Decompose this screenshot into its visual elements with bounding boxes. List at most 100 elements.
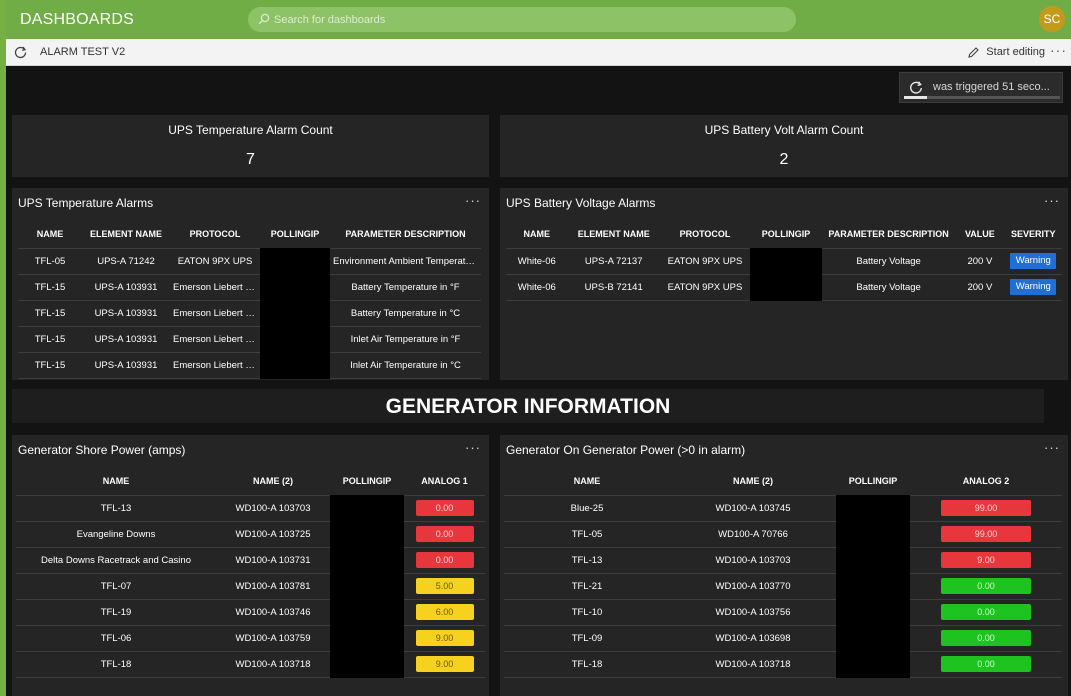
table-row[interactable]: TFL-15 UPS-A 103931 Emerson Liebert G... Ba… — [18, 299, 481, 326]
cell-name: TFL-06 — [16, 624, 216, 651]
table-row[interactable]: TFL-07 WD100-A 103781 5.00 — [16, 572, 485, 599]
redacted-cell — [750, 273, 822, 301]
column-header-name[interactable]: NAME — [504, 467, 670, 495]
top-bar: DASHBOARDS SC — [6, 0, 1071, 39]
cell-element-name: UPS-A 103931 — [82, 351, 170, 379]
table-row[interactable]: TFL-18 WD100-A 103718 9.00 — [16, 650, 485, 678]
table-row[interactable]: TFL-06 WD100-A 103759 9.00 — [16, 624, 485, 651]
more-options-icon[interactable]: ··· — [1050, 42, 1067, 58]
cell-name: TFL-13 — [16, 494, 216, 521]
cell-name: TFL-05 — [18, 247, 82, 274]
value-indicator: 9.00 — [941, 552, 1031, 568]
cell-name-2: WD100-A 103698 — [670, 624, 836, 651]
cell-element-name: UPS-A 71242 — [82, 247, 170, 274]
ups-temperature-alarms-tile: UPS Temperature Alarms ··· NAME ELEMENT N… — [12, 188, 489, 380]
redacted-cell — [750, 247, 822, 274]
table-row[interactable]: TFL-13 WD100-A 103703 9.00 — [504, 546, 1062, 573]
value-indicator: 0.00 — [941, 604, 1031, 620]
column-header-parameter-description[interactable]: PARAMETER DESCRIPTION — [822, 220, 955, 248]
cell-name: TFL-15 — [18, 273, 82, 300]
kpi-ups-temp-count[interactable]: UPS Temperature Alarm Count 7 — [12, 115, 489, 177]
table-row[interactable]: TFL-13 WD100-A 103703 0.00 — [16, 494, 485, 521]
cell-protocol: Emerson Liebert G... — [170, 351, 260, 379]
cell-value: 200 V — [955, 273, 1005, 301]
column-header-pollingip[interactable]: POLLINGIP — [330, 467, 404, 495]
table-row[interactable]: TFL-15 UPS-A 103931 Emerson Liebert G... In… — [18, 351, 481, 379]
table-row[interactable]: Blue-25 WD100-A 103745 99.00 — [504, 494, 1062, 521]
table-row[interactable]: TFL-09 WD100-A 103698 0.00 — [504, 624, 1062, 651]
refresh-icon[interactable] — [14, 46, 27, 59]
table-row[interactable]: Delta Downs Racetrack and Casino WD100-A … — [16, 546, 485, 573]
more-options-icon[interactable]: ··· — [465, 440, 481, 455]
notification-text: was triggered 51 seco... — [933, 81, 1050, 93]
kpi-title: UPS Temperature Alarm Count — [168, 123, 333, 137]
more-options-icon[interactable]: ··· — [1044, 440, 1060, 455]
cell-analog-2: 0.00 — [910, 624, 1062, 651]
kpi-value: 2 — [779, 151, 789, 168]
search-input[interactable] — [274, 10, 774, 29]
start-editing-button[interactable]: Start editing — [967, 44, 1045, 60]
cell-parameter-description: Battery Temperature in °F — [330, 273, 481, 300]
redacted-cell — [330, 624, 404, 651]
table-row[interactable]: TFL-15 UPS-A 103931 Emerson Liebert G... In… — [18, 325, 481, 352]
column-header-protocol[interactable]: PROTOCOL — [170, 220, 260, 248]
table-row[interactable]: TFL-05 UPS-A 71242 EATON 9PX UPS Environmen… — [18, 247, 481, 274]
column-header-name[interactable]: NAME — [18, 220, 82, 248]
cell-analog-1: 0.00 — [404, 546, 485, 573]
cell-analog-2: 0.00 — [910, 598, 1062, 625]
column-header-element-name[interactable]: ELEMENT NAME — [568, 220, 660, 248]
cell-name-2: WD100-A 103746 — [216, 598, 330, 625]
cell-name: TFL-05 — [504, 520, 670, 547]
cell-analog-1: 9.00 — [404, 624, 485, 651]
column-header-analog-1[interactable]: ANALOG 1 — [404, 467, 485, 495]
table-row[interactable]: TFL-10 WD100-A 103756 0.00 — [504, 598, 1062, 625]
redacted-cell — [330, 546, 404, 573]
value-indicator: 0.00 — [415, 526, 474, 542]
dashboard-toolbar: ALARM TEST V2 Start editing ··· — [6, 39, 1071, 66]
column-header-protocol[interactable]: PROTOCOL — [660, 220, 750, 248]
column-header-pollingip[interactable]: POLLINGIP — [260, 220, 330, 248]
column-header-value[interactable]: VALUE — [955, 220, 1004, 248]
column-header-parameter-description[interactable]: PARAMETER DESCRIPTION — [330, 220, 481, 248]
table-row[interactable]: Evangeline Downs WD100-A 103725 0.00 — [16, 520, 485, 547]
column-header-pollingip[interactable]: POLLINGIP — [836, 467, 910, 495]
cell-name: Delta Downs Racetrack and Casino — [16, 546, 216, 573]
column-header-name[interactable]: NAME — [16, 467, 216, 495]
value-indicator: 6.00 — [415, 604, 474, 620]
cell-name-2: WD100-A 103745 — [670, 494, 836, 521]
table-row[interactable]: TFL-05 WD100-A 70766 99.00 — [504, 520, 1062, 547]
redacted-cell — [330, 572, 404, 599]
cell-element-name: UPS-B 72141 — [567, 273, 660, 301]
more-options-icon[interactable]: ··· — [465, 193, 481, 208]
cell-protocol: EATON 9PX UPS — [170, 247, 260, 274]
kpi-ups-batt-count[interactable]: UPS Battery Volt Alarm Count 2 — [500, 115, 1068, 177]
alarm-notification[interactable]: was triggered 51 seco... — [899, 72, 1063, 103]
cell-parameter-description: Battery Voltage — [821, 273, 956, 301]
cell-analog-2: 99.00 — [910, 494, 1062, 521]
table-row[interactable]: TFL-19 WD100-A 103746 6.00 — [16, 598, 485, 625]
cell-name-2: WD100-A 103703 — [216, 494, 330, 521]
table-row[interactable]: TFL-18 WD100-A 103718 0.00 — [504, 650, 1062, 678]
value-indicator: 9.00 — [415, 630, 474, 646]
column-header-pollingip[interactable]: POLLINGIP — [750, 220, 822, 248]
column-header-name[interactable]: NAME — [506, 220, 568, 248]
more-options-icon[interactable]: ··· — [1044, 193, 1060, 208]
table-row[interactable]: White-06 UPS-B 72141 EATON 9PX UPS Battery … — [506, 273, 1062, 301]
generator-shore-power-tile: Generator Shore Power (amps) ··· NAME NAM… — [12, 435, 489, 696]
cell-protocol: Emerson Liebert G... — [170, 273, 260, 300]
table-row[interactable]: TFL-15 UPS-A 103931 Emerson Liebert G... Ba… — [18, 273, 481, 300]
app-title[interactable]: DASHBOARDS — [20, 11, 134, 29]
column-header-severity[interactable]: SEVERITY — [1005, 220, 1063, 248]
column-header-element-name[interactable]: ELEMENT NAME — [82, 220, 170, 248]
table-row[interactable]: White-06 UPS-A 72137 EATON 9PX UPS Battery … — [506, 247, 1062, 274]
redacted-cell — [330, 650, 404, 678]
column-header-name-2[interactable]: NAME (2) — [670, 467, 836, 495]
search-box[interactable] — [248, 7, 796, 32]
column-header-analog-2[interactable]: ANALOG 2 — [910, 467, 1062, 495]
user-avatar[interactable]: SC — [1039, 6, 1065, 32]
column-header-name-2[interactable]: NAME (2) — [216, 467, 330, 495]
redacted-cell — [260, 325, 330, 352]
table-row[interactable]: TFL-21 WD100-A 103770 0.00 — [504, 572, 1062, 599]
cell-name: Blue-25 — [504, 494, 670, 521]
cell-protocol: Emerson Liebert G... — [170, 325, 260, 352]
